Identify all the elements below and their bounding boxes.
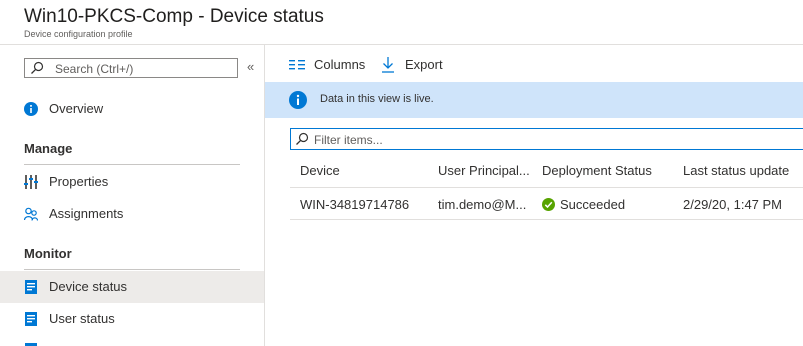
report-icon	[25, 312, 37, 326]
download-icon	[382, 57, 394, 73]
row-divider	[290, 219, 803, 220]
filter-placeholder: Filter items...	[314, 133, 383, 147]
sidebar-item-user-status[interactable]: User status	[0, 303, 264, 335]
sidebar-item-label: Overview	[49, 101, 104, 116]
report-icon	[25, 280, 37, 294]
section-divider	[24, 164, 240, 165]
info-banner: Data in this view is live.	[265, 82, 803, 118]
page-title: Win10-PKCS-Comp - Device status	[24, 6, 324, 27]
columns-icon	[289, 60, 305, 70]
sidebar-item-label: User status	[49, 311, 115, 326]
section-header-monitor: Monitor	[24, 246, 72, 261]
export-label: Export	[405, 57, 443, 72]
sidebar-item-label: Device status	[49, 279, 128, 294]
columns-button[interactable]: Columns	[289, 56, 369, 74]
collapse-sidebar-icon[interactable]: «	[247, 59, 254, 74]
export-button[interactable]: Export	[380, 56, 446, 74]
properties-icon	[24, 175, 38, 189]
section-divider	[24, 269, 240, 270]
banner-text: Data in this view is live.	[320, 93, 434, 105]
cell-user-principal: tim.demo@M...	[438, 197, 527, 212]
sidebar-item-properties[interactable]: Properties	[0, 166, 264, 198]
users-icon	[24, 207, 38, 221]
cell-last-status-update: 2/29/20, 1:47 PM	[683, 197, 783, 212]
search-placeholder: Search (Ctrl+/)	[55, 62, 134, 76]
search-input[interactable]: Search (Ctrl+/)	[24, 58, 238, 78]
sidebar-item-assignments[interactable]: Assignments	[0, 198, 264, 230]
sidebar-item-label: Properties	[49, 174, 109, 189]
column-header-last-status-update[interactable]: Last status update	[683, 163, 789, 178]
sidebar-item-label: Assignments	[49, 206, 124, 221]
sidebar-item-device-status[interactable]: Device status	[0, 271, 264, 303]
success-icon	[542, 198, 555, 211]
filter-input[interactable]: Filter items...	[290, 128, 803, 150]
cell-device: WIN-34819714786	[300, 197, 410, 212]
search-icon	[296, 132, 309, 145]
column-header-device[interactable]: Device	[300, 163, 340, 178]
column-header-user-principal[interactable]: User Principal...	[438, 163, 530, 178]
column-header-deployment-status[interactable]: Deployment Status	[542, 163, 652, 178]
search-icon	[31, 61, 44, 74]
columns-label: Columns	[314, 57, 366, 72]
blade-header: Win10-PKCS-Comp - Device status Device c…	[0, 0, 803, 45]
info-icon	[289, 91, 307, 109]
sidebar-item-overview[interactable]: Overview	[0, 93, 264, 125]
sidebar: Search (Ctrl+/) « Overview Manage Proper…	[0, 45, 265, 346]
cell-deployment-status: Succeeded	[560, 197, 626, 212]
page-subtitle: Device configuration profile	[24, 29, 133, 39]
section-header-manage: Manage	[24, 141, 73, 156]
info-icon	[24, 102, 38, 116]
